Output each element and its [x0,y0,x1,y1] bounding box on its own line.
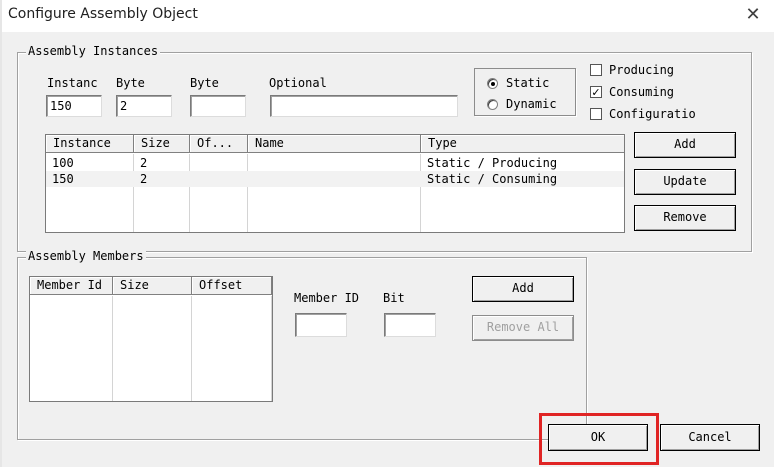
column-header-instance[interactable]: Instance [46,135,134,153]
remove-instance-button[interactable]: Remove [634,205,736,231]
add-member-button[interactable]: Add [472,276,574,302]
static-radio-label[interactable]: Static [506,76,550,90]
consuming-checkbox[interactable]: ✓ [590,86,602,98]
optional-label: Optional [269,76,327,90]
byte-label: Byte [116,76,145,90]
column-header-member-id[interactable]: Member Id [30,277,113,295]
bit-label: Bit [383,291,405,305]
instance-input[interactable]: 150 [46,95,102,117]
remove-all-members-button[interactable]: Remove All [472,315,574,341]
update-instance-button[interactable]: Update [634,169,736,195]
assembly-members-legend: Assembly Members [26,249,146,263]
byte-label-2: Byte [190,76,219,90]
cell-size: 2 [140,172,148,186]
dynamic-radio-label[interactable]: Dynamic [506,97,557,111]
configuration-checkbox[interactable] [590,108,602,120]
bit-input[interactable] [384,313,436,337]
byte-input-2[interactable] [190,95,246,117]
column-header-offset[interactable]: Offset [192,277,272,295]
grid-line [191,296,192,401]
cancel-button[interactable]: Cancel [660,424,760,451]
cell-type: Static / Producing [427,156,558,170]
table-row[interactable]: 150 2 Static / Consuming [46,171,624,187]
grid-line [271,296,272,401]
producing-label[interactable]: Producing [609,63,674,77]
column-header-type[interactable]: Type [421,135,624,153]
dialog-client-area: Assembly Instances Instanc Byte Byte Opt… [2,32,774,467]
grid-line [112,296,113,401]
cell-instance: 100 [52,156,74,170]
column-header-name[interactable]: Name [248,135,421,153]
assembly-instances-legend: Assembly Instances [26,44,161,58]
members-table[interactable]: Member Id Size Offset [29,276,273,402]
cell-instance: 150 [52,172,74,186]
optional-input[interactable] [270,95,458,117]
dynamic-radio[interactable] [487,99,498,110]
cell-size: 2 [140,156,148,170]
close-icon[interactable]: ✕ [739,2,767,28]
column-header-offset[interactable]: Of... [190,135,248,153]
window-title: Configure Assembly Object [8,6,198,22]
table-row[interactable]: 100 2 Static / Producing [46,155,624,171]
member-id-label: Member ID [294,291,360,305]
producing-checkbox[interactable] [590,64,602,76]
static-radio[interactable] [487,78,498,89]
member-id-input[interactable] [295,313,347,337]
byte-input[interactable]: 2 [116,95,172,117]
column-header-size[interactable]: Size [134,135,190,153]
instance-label: Instanc [47,76,98,90]
column-header-size[interactable]: Size [113,277,192,295]
add-instance-button[interactable]: Add [634,132,736,158]
consuming-label[interactable]: Consuming [609,85,674,99]
configuration-label[interactable]: Configuratio [609,107,701,121]
instances-table[interactable]: Instance Size Of... Name Type 100 2 Stat… [45,134,625,233]
ok-button-highlight [539,413,659,465]
cell-type: Static / Consuming [427,172,558,186]
